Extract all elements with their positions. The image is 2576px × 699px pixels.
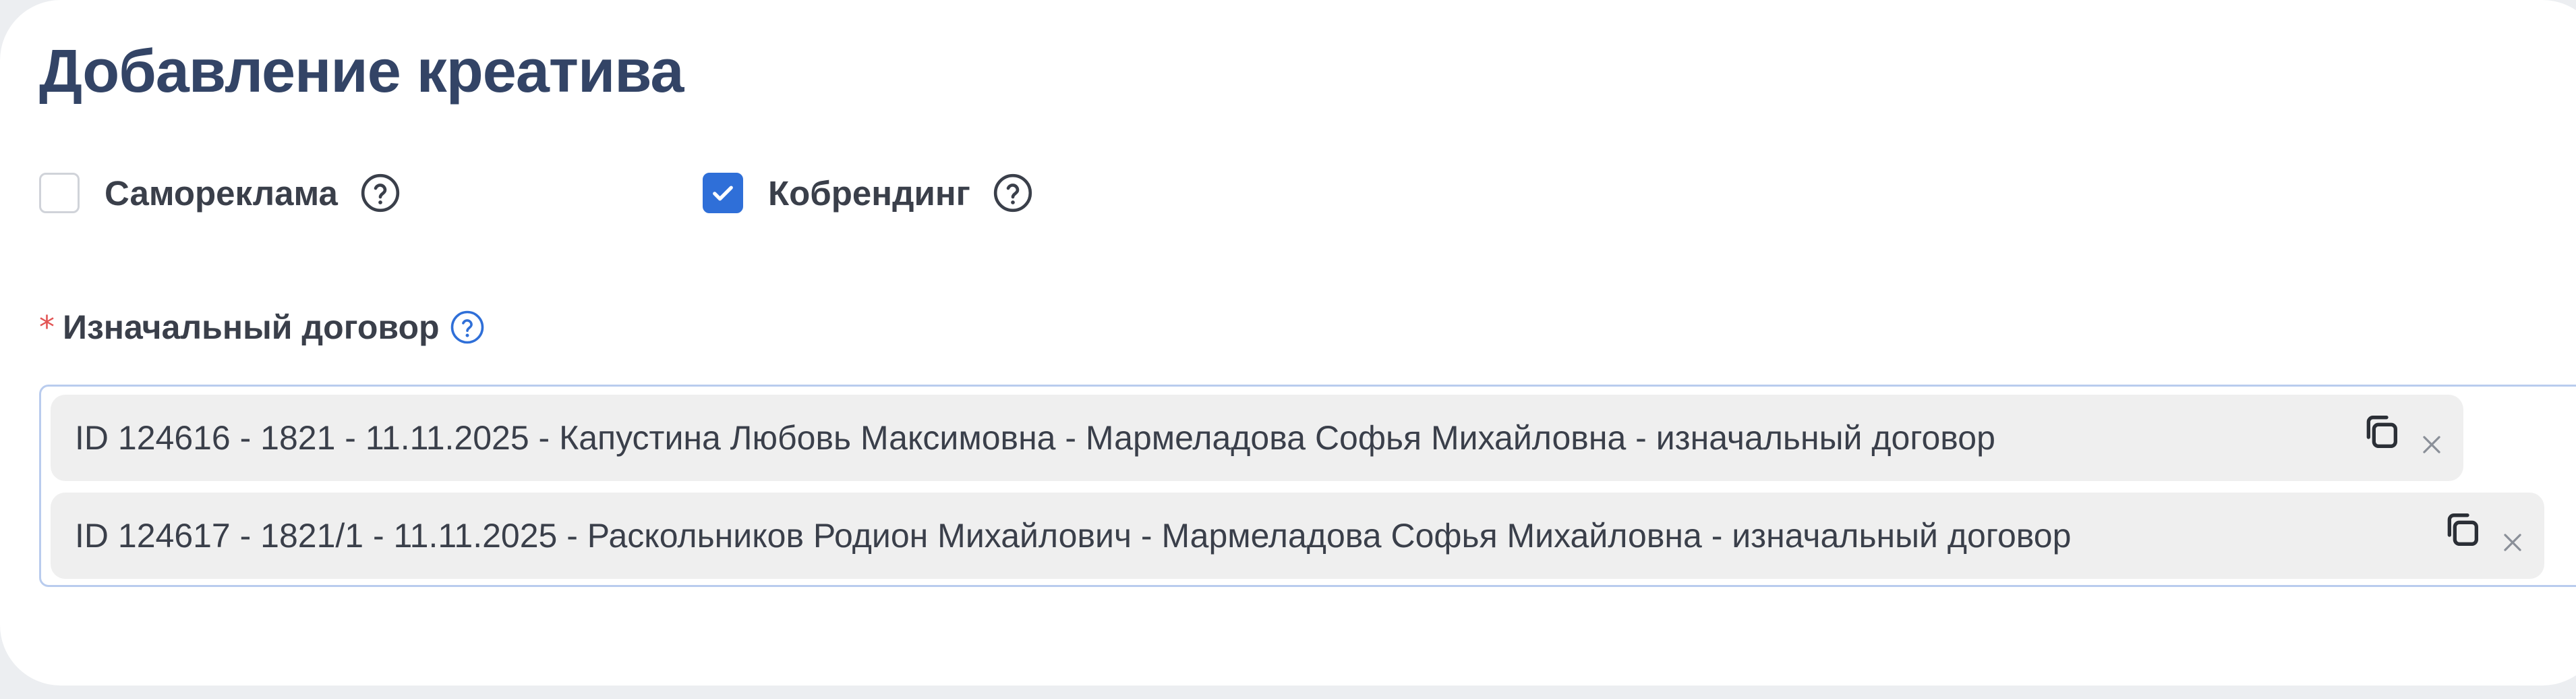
help-circle-icon[interactable] bbox=[359, 172, 401, 214]
contract-field-label: * Изначальный договор bbox=[39, 307, 486, 347]
copy-icon[interactable] bbox=[2440, 508, 2484, 551]
form-card: Добавление креатива Самореклама Кобренди… bbox=[0, 0, 2576, 686]
help-circle-icon[interactable] bbox=[992, 172, 1034, 214]
required-mark: * bbox=[39, 309, 55, 345]
page-title: Добавление креатива bbox=[39, 38, 684, 105]
self-advertising-checkbox[interactable] bbox=[39, 173, 80, 213]
help-circle-icon[interactable] bbox=[449, 309, 486, 345]
contract-tag-text: ID 124617 - 1821/1 - 11.11.2025 - Раскол… bbox=[75, 517, 2072, 555]
close-icon[interactable] bbox=[2500, 530, 2525, 555]
selected-contract-tag: ID 124617 - 1821/1 - 11.11.2025 - Раскол… bbox=[51, 493, 2544, 579]
contract-label-text: Изначальный договор bbox=[63, 308, 440, 346]
contract-tag-text: ID 124616 - 1821 - 11.11.2025 - Капустин… bbox=[75, 419, 1995, 457]
checkmark-icon bbox=[713, 186, 733, 201]
cobranding-checkbox[interactable] bbox=[703, 173, 743, 213]
cobranding-label[interactable]: Кобрендинг bbox=[768, 173, 970, 213]
close-icon[interactable] bbox=[2419, 432, 2445, 457]
contract-multiselect[interactable]: ID 124616 - 1821 - 11.11.2025 - Капустин… bbox=[39, 385, 2576, 587]
copy-icon[interactable] bbox=[2360, 410, 2403, 453]
selected-contract-tag: ID 124616 - 1821 - 11.11.2025 - Капустин… bbox=[51, 395, 2463, 481]
self-advertising-label[interactable]: Самореклама bbox=[105, 173, 338, 213]
cobranding-checkbox-row[interactable]: Кобрендинг bbox=[703, 172, 1034, 214]
self-advertising-checkbox-row[interactable]: Самореклама bbox=[39, 172, 401, 214]
